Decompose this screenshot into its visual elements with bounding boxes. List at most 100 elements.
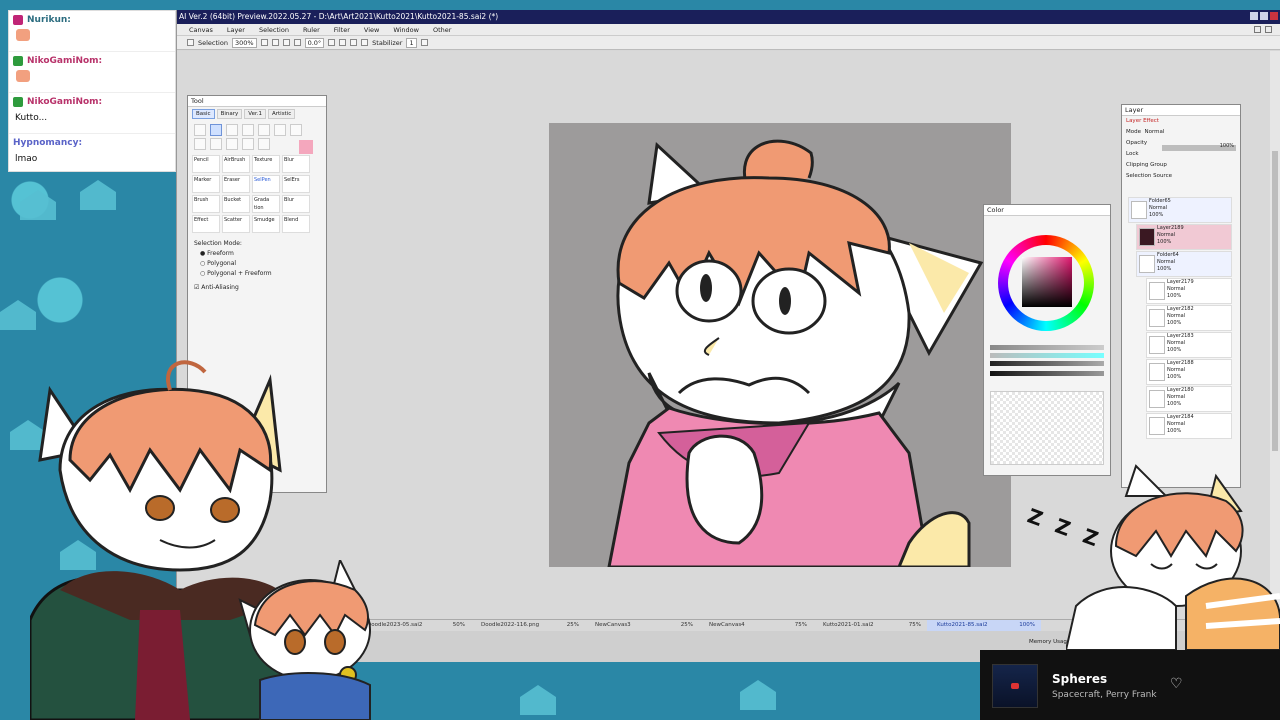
menu-canvas[interactable]: Canvas [183,24,219,35]
tool-tab-artistic[interactable]: Artistic [267,109,296,119]
minimize-button[interactable] [1250,12,1258,20]
brush-selpen[interactable]: SelPen [252,175,280,193]
brush-texture[interactable]: Texture [252,155,280,173]
doc-tab[interactable]: Doodle2022-116.png 25% [471,620,585,631]
lasso-tool-icon[interactable] [210,124,222,136]
brush-bucket[interactable]: Bucket [222,195,250,213]
layer-item[interactable]: Folder65 Normal 100% [1128,197,1232,223]
heart-icon[interactable]: ♡ [1170,676,1183,692]
text-tool-icon[interactable] [258,124,270,136]
tool-tab-ver1[interactable]: Ver.1 [244,109,266,119]
brush-airbrush[interactable]: AirBrush [222,155,250,173]
layer-item[interactable]: Layer2189 Normal 100% [1136,224,1232,250]
brush-smudge[interactable]: Smudge [252,215,280,233]
chat-message: Hypnomancy: lmao [9,134,175,175]
transform-tool-icon[interactable] [242,138,254,150]
zoom-tool-icon[interactable] [194,138,206,150]
mode-row[interactable]: Mode Normal [1122,127,1240,138]
zoom-fit-icon[interactable] [282,39,290,46]
anti-aliasing-checkbox[interactable]: ☑ Anti-Aliasing [194,283,320,293]
ruler-tool-icon[interactable] [258,138,270,150]
shape-tool-icon[interactable] [274,124,286,136]
layer-panel-title: Layer [1122,105,1240,116]
chat-text: Kutto... [15,113,48,123]
chat-text: lmao [15,154,38,164]
saturation-value-picker[interactable] [1022,257,1072,307]
zoom-value[interactable]: 300% [231,37,257,48]
layer-item[interactable]: Layer2183 Normal 100% [1146,332,1232,358]
selection-source-checkbox[interactable]: Selection Source [1122,171,1240,182]
layer-item[interactable]: Layer2184 Normal 100% [1146,413,1232,439]
brush-selers[interactable]: SelErs [282,175,310,193]
brush-blur-2[interactable]: Blur [282,195,310,213]
rotate-left-icon[interactable] [328,39,336,46]
stabilizer-dropdown-icon[interactable] [420,39,428,46]
doc-tab[interactable]: Kutto2021-01.sai2 75% [813,620,927,631]
menu-window[interactable]: Window [387,24,425,35]
layer-item[interactable]: Layer2180 Normal 100% [1146,386,1232,412]
zoom-in-icon[interactable] [271,39,279,46]
rotate-reset-icon[interactable] [350,39,358,46]
dark-slider[interactable] [990,361,1104,366]
close-button[interactable] [1270,12,1278,20]
tool-tab-binary[interactable]: Binary [216,109,243,119]
drawing-canvas[interactable] [549,123,1011,567]
doc-tab-active[interactable]: Kutto2021-85.sai2 100% [927,620,1041,631]
eyedropper-icon[interactable] [226,138,238,150]
color-palette[interactable] [990,391,1104,465]
brush-eraser[interactable]: Eraser [222,175,250,193]
doc-tab[interactable]: NewCanvas3 25% [585,620,699,631]
value-slider[interactable] [990,371,1104,376]
move-tool-icon[interactable] [194,124,206,136]
menu-view[interactable]: View [358,24,385,35]
brush-scatter[interactable]: Scatter [222,215,250,233]
tool-tab-basic[interactable]: Basic [192,109,215,119]
chibi-fox-avatar [238,560,371,720]
layer-effect-toggle[interactable]: Layer Effect [1122,116,1240,127]
memory-usage: Memory Usage [1029,639,1071,645]
layer-item[interactable]: Layer2188 Normal 100% [1146,359,1232,385]
zoom-out-icon[interactable] [260,39,268,46]
layer-item[interactable]: Layer2179 Normal 100% [1146,278,1232,304]
doc-tab[interactable]: NewCanvas4 75% [699,620,813,631]
restore-doc-icon[interactable] [1254,26,1261,33]
brush-marker[interactable]: Marker [192,175,220,193]
menu-other[interactable]: Other [427,24,457,35]
mode-select[interactable]: Normal [1145,129,1165,135]
magic-wand-icon[interactable] [226,124,238,136]
gray-slider[interactable] [990,345,1104,350]
stabilizer-value[interactable]: 1 [406,37,417,48]
rotation-value[interactable]: 0.0° [304,37,325,48]
selection-mode-label: Selection Mode: [194,240,242,247]
color-panel-title: Color [984,205,1110,216]
layer-item[interactable]: Layer2182 Normal 100% [1146,305,1232,331]
flip-icon[interactable] [361,39,369,46]
brush-effect[interactable]: Effect [192,215,220,233]
brush-blur[interactable]: Blur [282,155,310,173]
clipping-group-checkbox[interactable]: Clipping Group [1122,160,1240,171]
mode-polygonal[interactable]: ○ Polygonal [194,259,320,269]
rotate-tool-icon[interactable] [210,138,222,150]
mode-polygonal-freeform[interactable]: ○ Polygonal + Freeform [194,269,320,279]
maximize-button[interactable] [1260,12,1268,20]
menu-layer[interactable]: Layer [221,24,251,35]
cyan-slider[interactable] [990,353,1104,358]
close-doc-icon[interactable] [1265,26,1272,33]
brush-gradation[interactable]: Grada tion [252,195,280,213]
hand-tool-icon[interactable] [242,124,254,136]
brush-pencil[interactable]: Pencil [192,155,220,173]
zoom-reset-icon[interactable] [293,39,301,46]
layer-item[interactable]: Folder64 Normal 100% [1136,251,1232,277]
brush-brush[interactable]: Brush [192,195,220,213]
menu-selection[interactable]: Selection [253,24,295,35]
swap-colors-icon[interactable] [290,124,302,136]
rotate-right-icon[interactable] [339,39,347,46]
mode-freeform[interactable]: ● Freeform [194,249,320,259]
menu-ruler[interactable]: Ruler [297,24,326,35]
current-color-swatch[interactable] [299,140,313,154]
selection-icon[interactable] [187,39,194,46]
menu-filter[interactable]: Filter [328,24,356,35]
brush-blend[interactable]: Blend [282,215,310,233]
chat-username: NikoGamiNom: [27,56,103,66]
opacity-slider[interactable]: 100% [1162,143,1236,151]
